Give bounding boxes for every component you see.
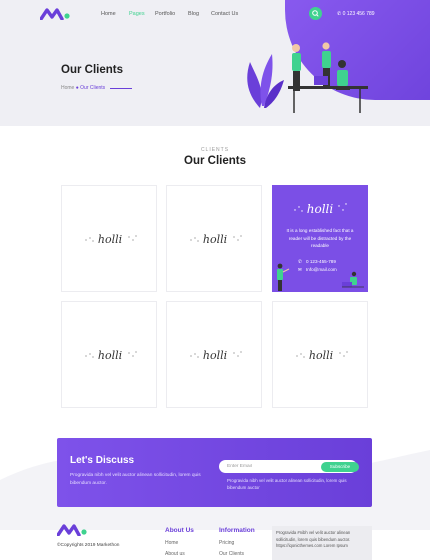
svg-text:holli: holli [307, 202, 334, 216]
search-icon [312, 10, 319, 17]
client-card[interactable]: holli [61, 301, 157, 408]
search-button[interactable] [309, 7, 322, 20]
header-phone[interactable]: ✆ 0 123 456 789 [337, 11, 375, 17]
cta-title: Let's Discuss [70, 455, 135, 466]
copyright-text: ©Copyrights 2019 Markethon [57, 543, 120, 548]
breadcrumb-home[interactable]: Home [61, 85, 74, 91]
footer-logo[interactable] [57, 524, 87, 536]
client-logo: holli [85, 349, 137, 362]
featured-illustration [277, 263, 364, 291]
footer-box-text: Progravida #nibh vel velit auctor alinea… [276, 530, 351, 548]
client-card[interactable]: holli [61, 185, 157, 292]
brand-logo[interactable] [40, 8, 70, 20]
footer-link-about[interactable]: About us [165, 551, 185, 557]
footer-link-clients[interactable]: Our Clients [219, 551, 244, 557]
client-logo: holli [296, 349, 348, 362]
page-title: Our Clients [61, 64, 123, 76]
newsletter-cta: Let's Discuss Progravida nibh vel velit … [57, 438, 372, 507]
footer-link-home[interactable]: Home [165, 540, 178, 546]
phone-icon: ✆ [337, 11, 342, 17]
cta-subtext: Progravida nibh vel velit auctor alinean… [227, 478, 347, 490]
footer-about-title: About Us [165, 527, 194, 534]
svg-text:holli: holli [309, 349, 333, 362]
svg-text:holli: holli [203, 233, 227, 246]
nav-contact-us[interactable]: Contact Us [211, 11, 238, 17]
client-logo: holli [190, 233, 242, 246]
svg-text:holli: holli [98, 349, 122, 362]
footer-link-pricing[interactable]: Pricing [219, 540, 234, 546]
section-kicker: CLIENTS [200, 147, 230, 153]
client-card[interactable]: holli [272, 301, 368, 408]
featured-client-card[interactable]: holli It is a long established fact that… [272, 185, 368, 292]
breadcrumb-underline [110, 88, 132, 89]
client-logo: holli [190, 349, 242, 362]
hero-section: Home Pages Portfolio Blog Contact Us ✆ 0… [0, 0, 430, 126]
svg-text:holli: holli [98, 233, 122, 246]
nav-pages[interactable]: Pages [129, 11, 145, 17]
subscribe-button[interactable]: Subscribe [321, 462, 359, 472]
footer-twitter-box: Progravida #nibh vel velit auctor alinea… [272, 526, 372, 560]
breadcrumb: Home ● Our Clients [61, 85, 105, 91]
team-illustration [247, 42, 368, 113]
breadcrumb-separator: ● [75, 85, 79, 91]
svg-text:holli: holli [203, 349, 227, 362]
nav-portfolio[interactable]: Portfolio [155, 11, 175, 17]
client-logo: holli [294, 202, 347, 216]
nav-home[interactable]: Home [101, 11, 116, 17]
client-card[interactable]: holli [166, 301, 262, 408]
cta-description: Progravida nibh vel velit auctor alinean… [70, 473, 201, 486]
footer-info-title: Information [219, 527, 255, 534]
featured-description: It is a long established fact that a rea… [286, 228, 354, 248]
breadcrumb-current: Our Clients [80, 85, 106, 91]
client-logo: holli [85, 233, 137, 246]
client-card[interactable]: holli [166, 185, 262, 292]
section-title: Our Clients [184, 155, 246, 167]
nav-blog[interactable]: Blog [188, 11, 199, 17]
